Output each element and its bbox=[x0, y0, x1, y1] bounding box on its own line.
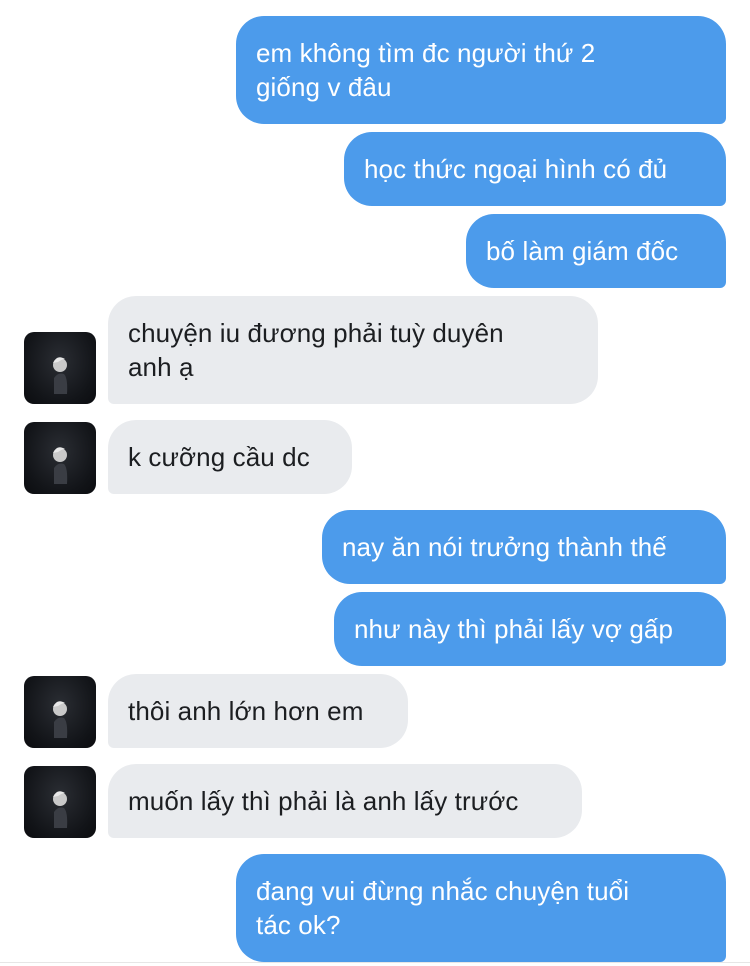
message-bubble-sent[interactable]: em không tìm đc người thứ 2 giống v đâu bbox=[236, 16, 726, 124]
message-text: muốn lấy thì phải là anh lấy trước bbox=[128, 786, 519, 816]
message-bubble-received[interactable]: muốn lấy thì phải là anh lấy trước bbox=[108, 764, 582, 838]
message-bubble-sent[interactable]: đang vui đừng nhắc chuyện tuổi tác ok? bbox=[236, 854, 726, 962]
message-text: em không tìm đc người thứ 2 giống v đâu bbox=[256, 38, 596, 102]
message-text: bố làm giám đốc bbox=[486, 236, 679, 266]
message-bubble-sent[interactable]: nay ăn nói trưởng thành thế bbox=[322, 510, 726, 584]
message-text: như này thì phải lấy vợ gấp bbox=[354, 614, 674, 644]
profile-photo-icon[interactable] bbox=[24, 766, 96, 838]
message-text: thôi anh lớn hơn em bbox=[128, 696, 364, 726]
message-bubble-sent[interactable]: như này thì phải lấy vợ gấp bbox=[334, 592, 726, 666]
message-bubble-received[interactable]: k cưỡng cầu dc bbox=[108, 420, 352, 494]
message-text: học thức ngoại hình có đủ bbox=[364, 154, 668, 184]
chat-thread[interactable]: em không tìm đc người thứ 2 giống v đâu … bbox=[0, 0, 750, 966]
profile-photo-icon[interactable] bbox=[24, 676, 96, 748]
message-bubble-sent[interactable]: bố làm giám đốc bbox=[466, 214, 726, 288]
message-bubble-received[interactable]: thôi anh lớn hơn em bbox=[108, 674, 408, 748]
message-bubble-received[interactable]: chuyện iu đương phải tuỳ duyên anh ạ bbox=[108, 296, 598, 404]
message-text: chuyện iu đương phải tuỳ duyên anh ạ bbox=[128, 318, 504, 382]
message-text: nay ăn nói trưởng thành thế bbox=[342, 532, 667, 562]
message-bubble-sent[interactable]: học thức ngoại hình có đủ bbox=[344, 132, 726, 206]
profile-photo-icon[interactable] bbox=[24, 332, 96, 404]
message-text: đang vui đừng nhắc chuyện tuổi tác ok? bbox=[256, 876, 630, 940]
message-text: k cưỡng cầu dc bbox=[128, 442, 310, 472]
divider bbox=[0, 962, 750, 963]
profile-photo-icon[interactable] bbox=[24, 422, 96, 494]
